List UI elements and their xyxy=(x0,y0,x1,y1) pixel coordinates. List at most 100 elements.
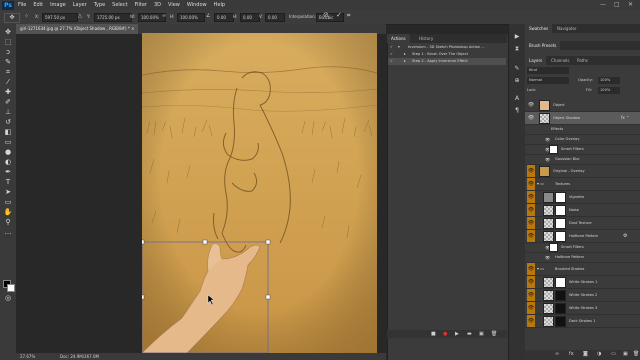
height-field[interactable]: 100.00% xyxy=(177,13,205,22)
visibility-eye-icon[interactable]: 👁 xyxy=(527,178,535,190)
transform-tool-icon[interactable]: ✥ xyxy=(4,13,20,23)
tab-layers[interactable]: Layers xyxy=(525,56,547,65)
menu-edit[interactable]: Edit xyxy=(33,2,43,8)
visibility-eye-icon[interactable]: 👁 xyxy=(545,135,550,144)
record-icon[interactable]: ● xyxy=(443,331,447,337)
layer-row[interactable]: 👁 Original - Overlay xyxy=(525,165,640,178)
v-skew-field[interactable]: 0.00 xyxy=(265,13,285,22)
menu-image[interactable]: Image xyxy=(50,2,66,8)
layer-row[interactable]: 👁 White Strokes 1 xyxy=(525,276,640,289)
visibility-eye-icon[interactable]: 👁 xyxy=(527,99,535,111)
chain-link-icon[interactable]: ∞ xyxy=(162,13,166,19)
warp-icon[interactable]: ⌗ xyxy=(347,12,350,20)
adjustment-layer-icon[interactable]: ◑ xyxy=(597,351,601,357)
minimize-icon[interactable]: — xyxy=(600,1,606,8)
layer-row[interactable]: 👁 White Strokes 2 xyxy=(525,289,640,302)
blend-mode-select[interactable]: Normal xyxy=(527,77,569,84)
document-tab[interactable]: girl-1271634.jpg @ 27.7% (Object Shadow … xyxy=(16,24,139,34)
tab-swatches[interactable]: Swatches xyxy=(525,24,553,33)
layer-group-row[interactable]: 👁 ▾ ▭ Textures xyxy=(525,178,640,191)
blur-tool-icon[interactable]: ● xyxy=(3,148,13,157)
visibility-eye-icon[interactable]: 👁 xyxy=(527,217,535,229)
paragraph-panel-icon[interactable]: ¶ xyxy=(512,106,522,115)
crop-tool-icon[interactable]: ⌗ xyxy=(3,68,13,77)
play-icon[interactable]: ▶ xyxy=(455,331,459,337)
play-panel-icon[interactable]: ▶ xyxy=(512,32,522,41)
layer-row-selected[interactable]: 👁 Object Shadow fx ⌃ xyxy=(525,112,640,125)
action-row-selected[interactable]: ✓ ▸ Step 2 - Apply Inversium Effect xyxy=(388,58,506,65)
visibility-eye-icon[interactable]: 👁 xyxy=(527,230,535,242)
menu-select[interactable]: Select xyxy=(112,2,127,8)
tab-actions[interactable]: Actions xyxy=(387,34,410,43)
hand-tool-icon[interactable]: ✋ xyxy=(3,208,13,217)
trash-icon[interactable]: 🗑 xyxy=(491,331,497,337)
visibility-eye-icon[interactable]: 👁 xyxy=(527,315,535,327)
layer-row[interactable]: 👁 Dark Strokes 1 xyxy=(525,315,640,328)
gradient-tool-icon[interactable]: ▭ xyxy=(3,138,13,147)
link-layers-icon[interactable]: ∞ xyxy=(555,351,559,357)
commit-transform-icon[interactable]: ✓ xyxy=(336,11,342,19)
dodge-tool-icon[interactable]: ◐ xyxy=(3,158,13,167)
visibility-eye-icon[interactable]: 👁 xyxy=(527,112,535,124)
checkbox-icon[interactable]: ✓ xyxy=(390,51,393,58)
menu-file[interactable]: File xyxy=(18,2,26,8)
stop-icon[interactable]: ■ xyxy=(431,331,436,337)
history-brush-icon[interactable]: ↺ xyxy=(3,118,13,127)
tab-close-icon[interactable]: × xyxy=(131,26,134,31)
visibility-eye-icon[interactable]: 👁 xyxy=(527,302,535,314)
type-tool-icon[interactable]: T xyxy=(3,178,13,187)
eyedropper-tool-icon[interactable]: ⁄ xyxy=(3,78,13,87)
checkbox-icon[interactable]: ✓ xyxy=(390,58,393,65)
cancel-transform-icon[interactable]: ⊘ xyxy=(323,11,329,19)
checkbox-icon[interactable]: ✓ xyxy=(390,44,393,51)
opacity-field[interactable]: 100% xyxy=(598,77,620,84)
layer-row[interactable]: 👁 Halftone Pattern ⚙ xyxy=(525,230,640,243)
photoshop-logo[interactable]: Ps xyxy=(2,0,14,10)
fill-field[interactable]: 100% xyxy=(598,87,620,94)
new-layer-icon[interactable]: ▣ xyxy=(623,351,628,357)
eraser-tool-icon[interactable]: ◧ xyxy=(3,128,13,137)
zoom-level[interactable]: 27.67% xyxy=(20,354,35,359)
character-panel-icon[interactable]: A xyxy=(512,94,522,103)
action-row[interactable]: ✓ ▸ Step 1 - Brush Over The Object xyxy=(388,51,506,58)
fx-icon[interactable]: fx ⌃ xyxy=(621,112,629,124)
expand-icon[interactable]: ▸ xyxy=(404,58,406,65)
healing-brush-icon[interactable]: ✚ xyxy=(3,88,13,97)
menu-layer[interactable]: Layer xyxy=(73,2,87,8)
delete-layer-icon[interactable]: 🗑 xyxy=(633,351,639,357)
layer-row[interactable]: 👁 Vignette xyxy=(525,191,640,204)
document-canvas-image[interactable] xyxy=(142,33,377,353)
angle-field[interactable]: 0.00 xyxy=(214,13,234,22)
group-expand-icon[interactable]: ▾ ▭ xyxy=(537,263,544,275)
new-set-icon[interactable]: ▬ xyxy=(467,331,472,337)
layer-row[interactable]: 👁 Object xyxy=(525,99,640,112)
background-color-swatch[interactable] xyxy=(7,284,15,292)
y-field[interactable]: 1725.00 px xyxy=(94,13,132,22)
brush-panel-icon[interactable]: ✎ xyxy=(512,64,522,73)
path-select-icon[interactable]: ➤ xyxy=(3,188,13,197)
new-group-icon[interactable]: ▭ xyxy=(611,351,616,357)
tab-navigator[interactable]: Navigator xyxy=(553,24,581,33)
visibility-eye-icon[interactable]: 👁 xyxy=(527,263,535,275)
expand-icon[interactable]: ▸ xyxy=(404,51,406,58)
clone-source-icon[interactable]: ⊕ xyxy=(512,76,522,85)
visibility-eye-icon[interactable]: 👁 xyxy=(545,155,550,164)
smart-filters-row[interactable]: 👁 Smart Filters xyxy=(525,243,640,253)
reference-point-icon[interactable]: ⁘ xyxy=(24,13,32,21)
close-icon[interactable]: ✕ xyxy=(628,1,633,8)
menu-type[interactable]: Type xyxy=(94,2,105,8)
quick-mask-icon[interactable]: ◎ xyxy=(3,294,13,303)
new-action-icon[interactable]: ▣ xyxy=(479,331,484,337)
marquee-tool-icon[interactable]: ⬚ xyxy=(3,38,13,47)
tab-channels[interactable]: Channels xyxy=(547,56,574,65)
tab-history[interactable]: History xyxy=(415,34,437,43)
pen-tool-icon[interactable]: ✒ xyxy=(3,168,13,177)
layer-group-row[interactable]: 👁 ▾ ▭ Brushed Strokes xyxy=(525,263,640,276)
layer-row[interactable]: 👁 Dust Texture xyxy=(525,217,640,230)
tab-brush-presets[interactable]: Brush Presets xyxy=(525,41,561,50)
shape-tool-icon[interactable]: ▭ xyxy=(3,198,13,207)
visibility-eye-icon[interactable]: 👁 xyxy=(545,253,550,262)
brush-tool-icon[interactable]: ✐ xyxy=(3,98,13,107)
layer-row[interactable]: 👁 White Strokes 3 xyxy=(525,302,640,315)
visibility-eye-icon[interactable]: 👁 xyxy=(527,289,535,301)
